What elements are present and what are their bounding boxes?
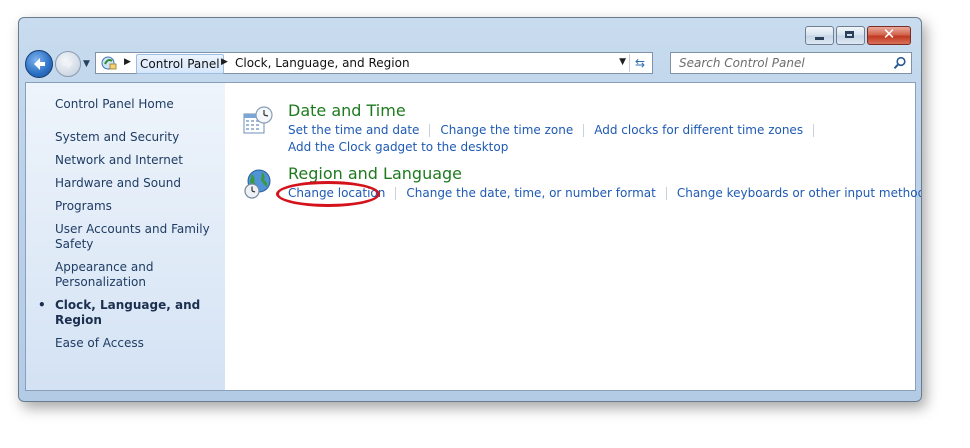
close-icon: ✕ (882, 25, 896, 43)
minimize-button[interactable] (805, 26, 834, 45)
sidebar-item-clock-language-region: Clock, Language, and Region (38, 298, 220, 328)
category-title-date-and-time[interactable]: Date and Time (288, 101, 406, 120)
address-history-dropdown-icon[interactable]: ▼ (619, 57, 626, 67)
content-area: Control Panel Home System and Security N… (25, 82, 921, 391)
link-divider (813, 124, 815, 137)
maximize-icon (845, 31, 854, 38)
link-divider (429, 124, 431, 137)
caption-buttons: ✕ (803, 25, 911, 45)
date-time-links-row-2: Add the Clock gadget to the desktop (288, 140, 508, 154)
forward-button[interactable] (55, 51, 81, 77)
sidebar-item-ease-of-access[interactable]: Ease of Access (55, 336, 220, 351)
link-divider (665, 187, 667, 200)
back-button[interactable] (25, 50, 53, 78)
navigation-bar: ▼ ▶ Control Panel ▶ Clock, Language, and… (25, 50, 913, 78)
category-title-region-and-language[interactable]: Region and Language (288, 164, 462, 183)
link-divider (583, 124, 585, 137)
control-panel-icon (101, 56, 117, 70)
link-change-location[interactable]: Change location (288, 186, 385, 200)
refresh-icon[interactable]: ⇆ (629, 54, 650, 72)
link-set-time-and-date[interactable]: Set the time and date (288, 123, 419, 137)
breadcrumb-separator-icon[interactable]: ▶ (221, 57, 228, 67)
maximize-button[interactable] (836, 26, 865, 45)
back-arrow-icon (34, 58, 45, 70)
forward-arrow-icon (62, 58, 73, 70)
close-button[interactable]: ✕ (867, 25, 911, 45)
breadcrumb-control-panel[interactable]: Control Panel (136, 54, 224, 74)
sidebar-item-user-accounts[interactable]: User Accounts and Family Safety (55, 222, 220, 252)
sidebar: Control Panel Home System and Security N… (26, 83, 225, 390)
sidebar-item-programs[interactable]: Programs (55, 199, 220, 214)
sidebar-item-appearance[interactable]: Appearance and Personalization (55, 260, 220, 290)
sidebar-category-list: System and Security Network and Internet… (38, 130, 220, 359)
control-panel-window: ✕ ▼ ▶ Control Panel ▶ Clock, Language, a… (18, 17, 922, 402)
link-change-keyboards[interactable]: Change keyboards or other input methods (677, 186, 921, 200)
breadcrumb-current[interactable]: Clock, Language, and Region (232, 53, 413, 73)
link-divider (395, 187, 397, 200)
sidebar-home-link[interactable]: Control Panel Home (55, 97, 174, 111)
link-change-time-zone[interactable]: Change the time zone (440, 123, 573, 137)
calendar-clock-icon[interactable] (242, 105, 274, 137)
search-input[interactable] (671, 53, 886, 73)
link-add-clocks[interactable]: Add clocks for different time zones (594, 123, 803, 137)
region-language-links-row: Change location Change the date, time, or… (288, 186, 921, 200)
breadcrumb-separator-icon[interactable]: ▶ (124, 57, 131, 67)
search-box[interactable] (670, 52, 912, 74)
date-time-links-row: Set the time and date Change the time zon… (288, 123, 824, 137)
sidebar-item-system-and-security[interactable]: System and Security (55, 130, 220, 145)
globe-clock-icon[interactable] (242, 168, 274, 200)
sidebar-item-hardware-and-sound[interactable]: Hardware and Sound (55, 176, 220, 191)
minimize-icon (815, 37, 824, 40)
recent-pages-dropdown-icon[interactable]: ▼ (83, 59, 90, 69)
search-icon[interactable] (893, 56, 907, 70)
link-add-clock-gadget[interactable]: Add the Clock gadget to the desktop (288, 140, 508, 154)
sidebar-item-network-and-internet[interactable]: Network and Internet (55, 153, 220, 168)
link-change-date-time-number-format[interactable]: Change the date, time, or number format (406, 186, 655, 200)
address-bar[interactable]: ▶ Control Panel ▶ Clock, Language, and R… (95, 52, 653, 74)
